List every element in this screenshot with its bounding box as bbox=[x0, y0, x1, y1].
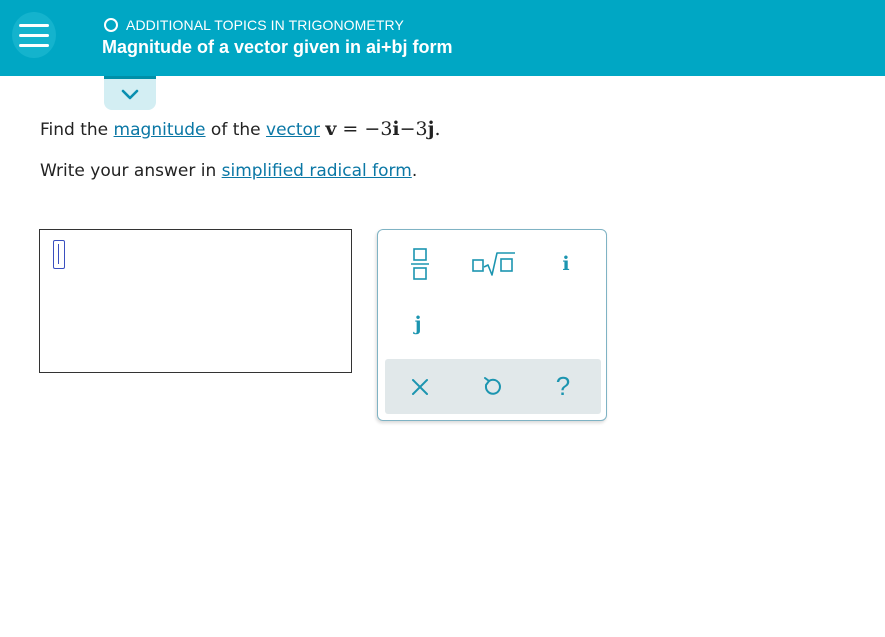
instruction-text: Write your answer in bbox=[40, 161, 222, 181]
unit-j-button[interactable]: j bbox=[398, 303, 438, 345]
undo-icon bbox=[484, 376, 501, 395]
answer-instruction: Write your answer in simplified radical … bbox=[40, 161, 417, 181]
j-coefficient: 3 bbox=[415, 118, 428, 140]
topic-label: ADDITIONAL TOPICS IN TRIGONOMETRY bbox=[126, 17, 404, 33]
input-cursor-placeholder bbox=[53, 240, 65, 269]
fraction-icon bbox=[411, 248, 429, 280]
nth-root-button[interactable] bbox=[466, 242, 522, 286]
instruction-period: . bbox=[411, 161, 418, 181]
prompt-text: of the bbox=[205, 120, 267, 140]
minus-sign: − bbox=[364, 118, 381, 140]
close-icon bbox=[412, 378, 428, 395]
minus-sign: − bbox=[399, 118, 416, 140]
math-palette: i j ? bbox=[377, 229, 607, 421]
chevron-down-icon bbox=[121, 89, 139, 99]
expand-header-toggle[interactable] bbox=[104, 76, 156, 110]
hamburger-menu-button[interactable] bbox=[12, 12, 56, 58]
unit-vector-j: j bbox=[427, 118, 435, 140]
topic-circle-icon bbox=[104, 18, 118, 32]
simplified-radical-form-link[interactable]: simplified radical form bbox=[222, 161, 412, 181]
nth-root-icon bbox=[472, 252, 515, 276]
undo-button[interactable] bbox=[467, 359, 517, 414]
menu-line-icon bbox=[19, 23, 49, 27]
prompt-text: Find the bbox=[40, 120, 114, 140]
unit-vector-i: i bbox=[392, 118, 400, 140]
period: . bbox=[434, 118, 441, 140]
topic-breadcrumb: ADDITIONAL TOPICS IN TRIGONOMETRY bbox=[104, 17, 404, 33]
fraction-button[interactable] bbox=[400, 242, 440, 286]
menu-line-icon bbox=[19, 43, 49, 47]
question-prompt: Find the magnitude of the vector v = −3i… bbox=[40, 118, 441, 140]
clear-button[interactable] bbox=[395, 359, 445, 414]
magnitude-link[interactable]: magnitude bbox=[114, 120, 206, 140]
menu-line-icon bbox=[19, 33, 49, 37]
lesson-title: Magnitude of a vector given in ai+bj for… bbox=[102, 37, 453, 57]
palette-action-bar: ? bbox=[385, 359, 601, 414]
top-header-bar: ADDITIONAL TOPICS IN TRIGONOMETRY Magnit… bbox=[0, 0, 885, 76]
vector-link[interactable]: vector bbox=[266, 120, 320, 140]
unit-i-button[interactable]: i bbox=[546, 242, 586, 286]
vector-equation: v = −3i−3j. bbox=[325, 118, 440, 140]
help-button[interactable]: ? bbox=[538, 359, 588, 414]
vector-variable: v bbox=[325, 118, 337, 140]
answer-input[interactable] bbox=[39, 229, 352, 373]
equals-sign: = bbox=[336, 118, 365, 140]
i-coefficient: 3 bbox=[380, 118, 393, 140]
